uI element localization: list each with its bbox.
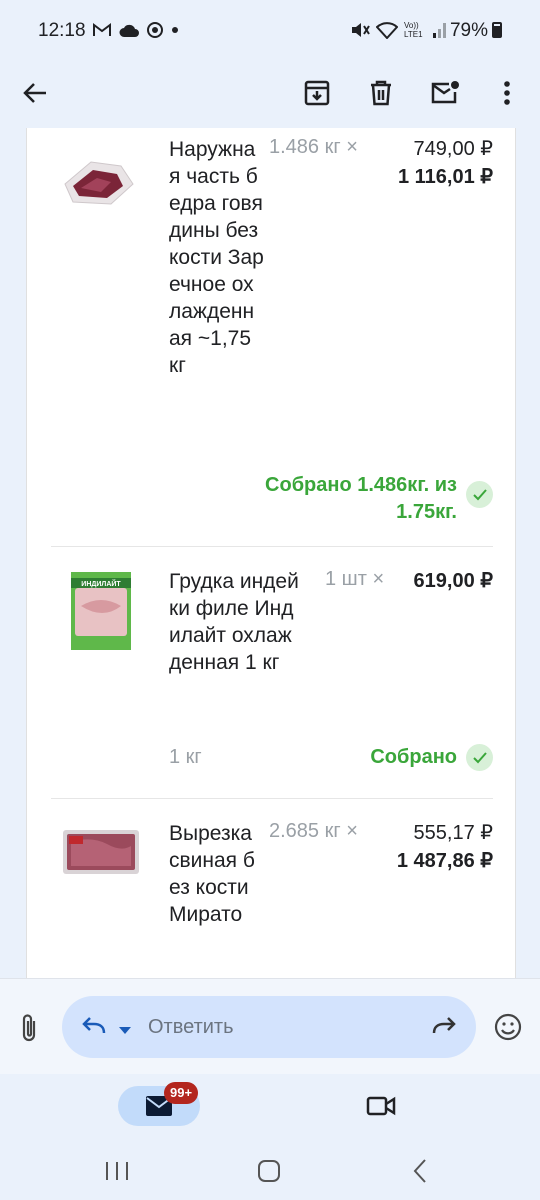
item-status: Собрано (370, 746, 457, 768)
check-icon (466, 744, 493, 771)
reply-bar: Ответить (0, 978, 540, 1074)
more-vert-icon[interactable] (484, 70, 530, 116)
item-total: 1 116,01 ₽ (397, 166, 493, 188)
status-bar: 12:18 Vo)) LTE1 79% (0, 0, 540, 62)
item-status: Собрано 1.486кг. из 1.75кг. (265, 474, 457, 523)
item-name: Грудка индейки филе Индилайт охлажденная… (169, 570, 299, 674)
beef-thumbnail (64, 161, 134, 205)
wifi-icon (376, 22, 398, 39)
check-icon (466, 481, 493, 508)
item-total: 1 487,86 ₽ (396, 850, 493, 872)
system-nav-bar (0, 1138, 540, 1200)
item-quantity: 1 шт × (325, 568, 385, 590)
back-nav-icon[interactable] (412, 1158, 428, 1189)
item-name: Вырезка свиная без кости Мирато (169, 822, 255, 926)
item-unit-price: 555,17 ₽ (413, 822, 493, 844)
battery-percent: 79% (449, 20, 488, 41)
home-icon[interactable] (257, 1159, 281, 1188)
email-content[interactable]: Наружная часть бедра говядины без кости … (26, 128, 516, 978)
sync-icon (147, 22, 163, 38)
gmail-icon (93, 23, 111, 36)
battery-icon (492, 22, 502, 38)
back-arrow-icon[interactable] (12, 70, 58, 116)
mark-unread-icon[interactable] (422, 70, 468, 116)
item-unit-price: 619,00 ₽ (413, 570, 493, 592)
app-bar (0, 62, 540, 128)
forward-icon[interactable] (432, 1015, 458, 1042)
chevron-down-icon[interactable] (118, 1022, 132, 1040)
status-time: 12:18 (38, 20, 86, 41)
archive-icon[interactable] (294, 70, 340, 116)
turkey-thumbnail: ИНДИЛАЙТ (71, 572, 131, 650)
pork-thumbnail (63, 830, 139, 874)
item-quantity: 1.486 кг × (269, 136, 358, 158)
reply-input[interactable]: Ответить (62, 996, 476, 1058)
emoji-icon[interactable] (494, 1013, 522, 1046)
video-icon (366, 1096, 396, 1116)
divider (51, 546, 493, 547)
item-unit-price: 749,00 ₽ (413, 138, 493, 160)
cloud-icon (119, 24, 139, 37)
item-name: Наружная часть бедра говядины без кости … (169, 138, 264, 377)
signal-icon (433, 23, 446, 38)
attach-icon[interactable] (18, 1013, 40, 1048)
reply-arrow-icon[interactable] (80, 1015, 106, 1042)
bottom-nav: 99+ (0, 1074, 540, 1138)
reply-placeholder: Ответить (148, 1016, 234, 1038)
unread-badge: 99+ (164, 1082, 199, 1104)
item-unit: 1 кг (169, 746, 202, 768)
recent-apps-icon[interactable] (104, 1160, 130, 1187)
delete-icon[interactable] (358, 70, 404, 116)
dot-icon (172, 27, 178, 33)
item-quantity: 2.685 кг × (269, 820, 358, 842)
divider (51, 798, 493, 799)
package-brand-text: ИНДИЛАЙТ (81, 579, 121, 588)
mute-icon (352, 23, 370, 37)
video-call-tab[interactable] (366, 1095, 396, 1122)
volte-icon: Vo)) LTE1 (404, 21, 423, 39)
